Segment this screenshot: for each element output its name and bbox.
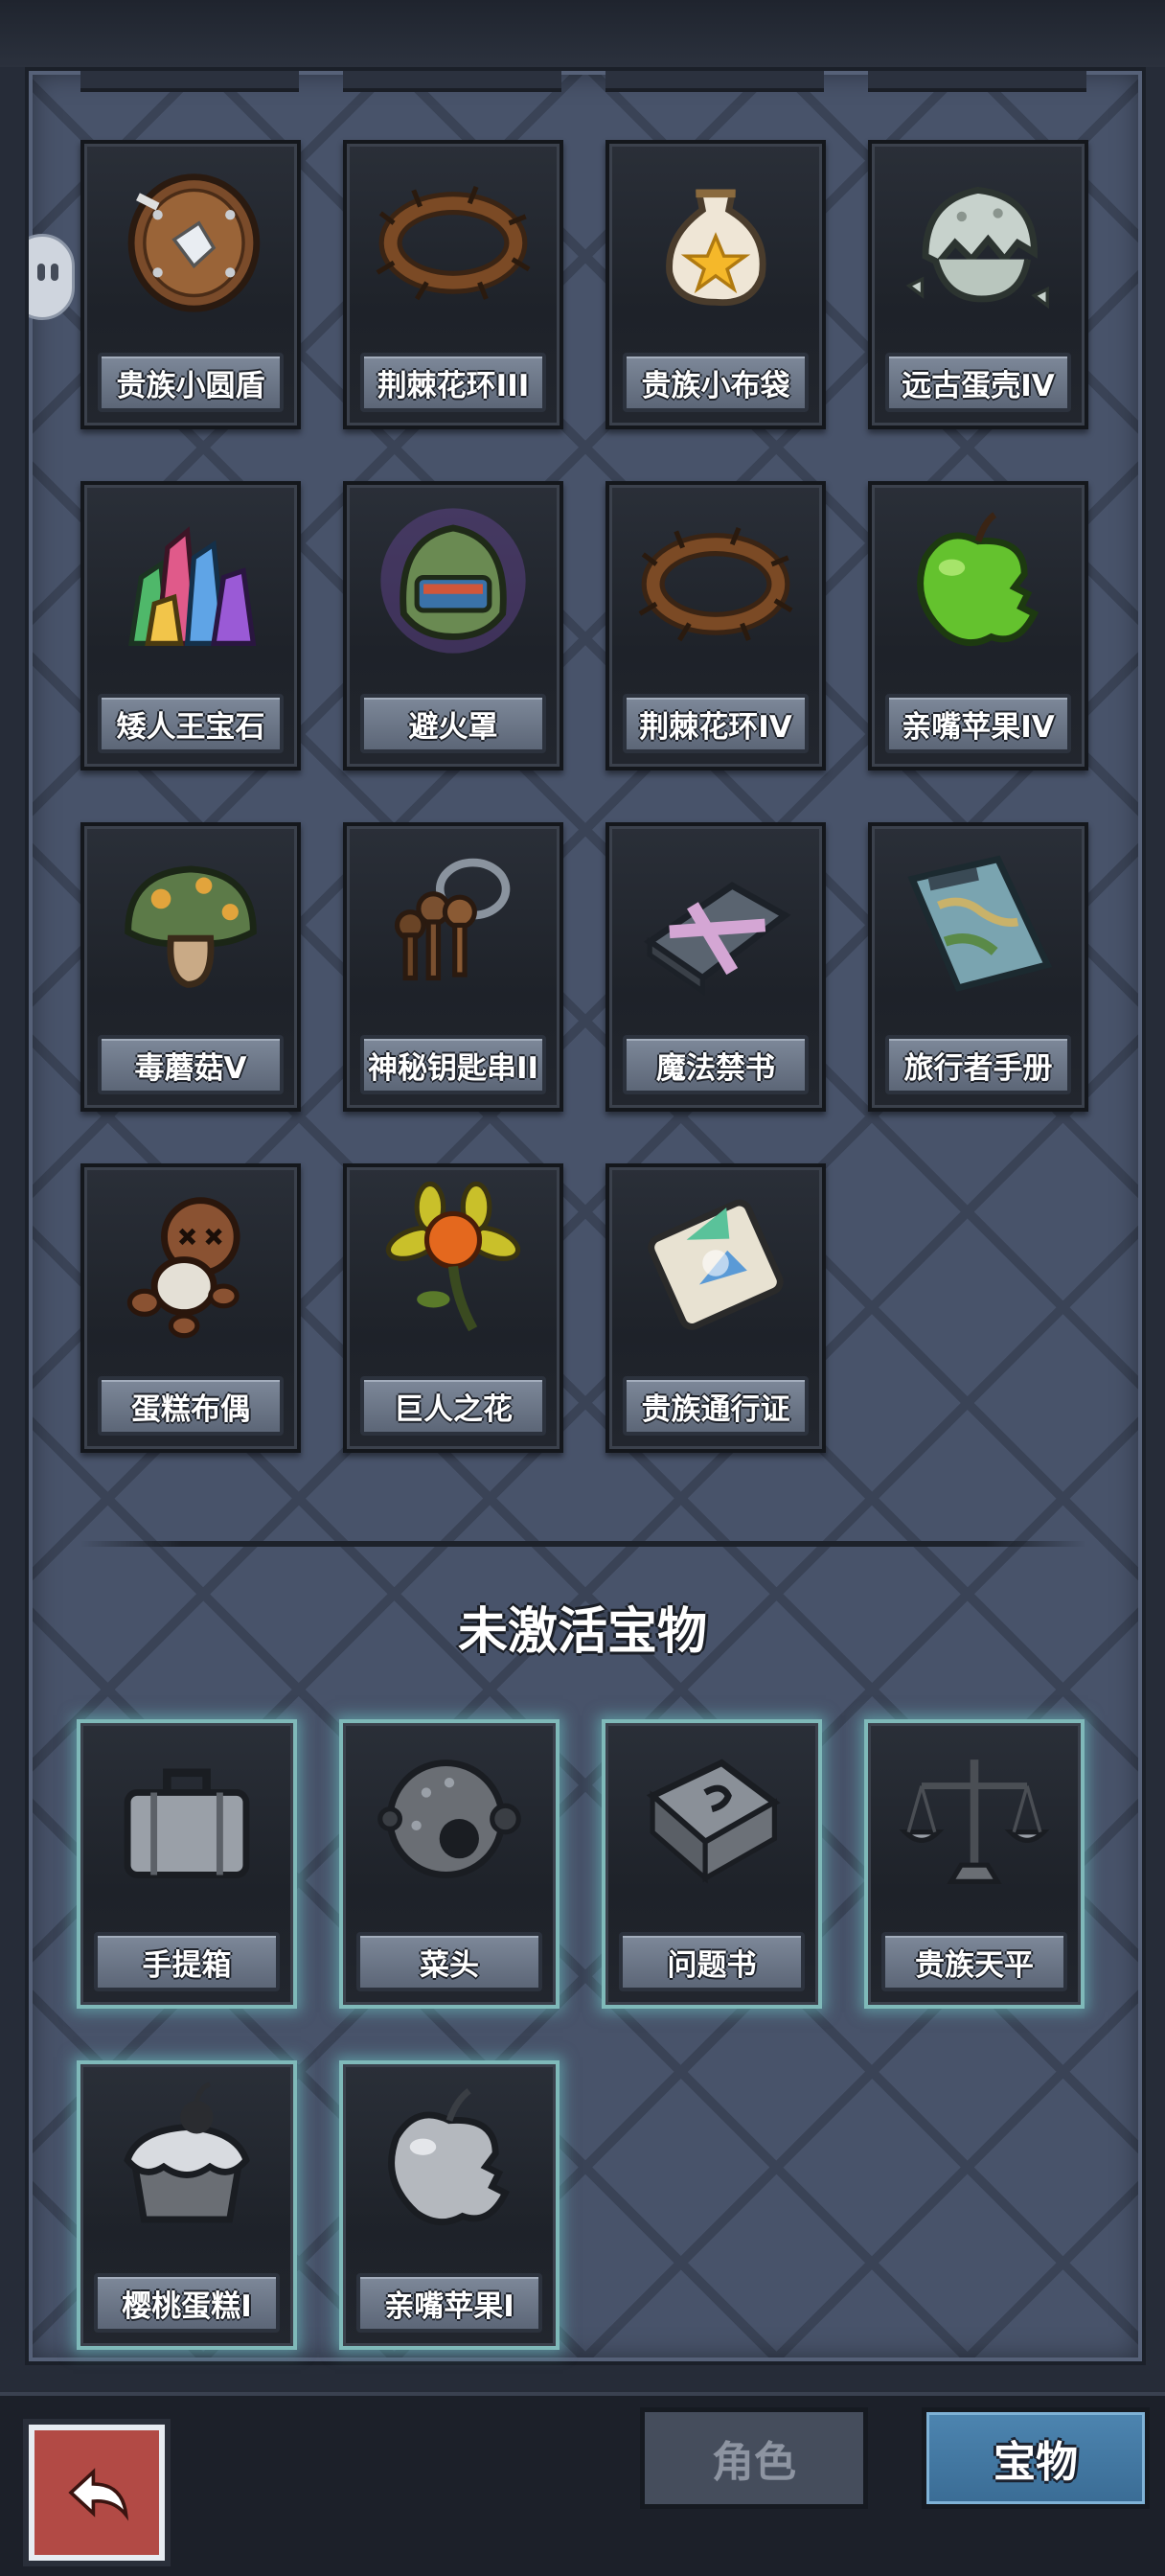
tab-role-label: 角色 [712,2438,796,2487]
item-card[interactable]: 毒蘑菇V [80,822,301,1112]
item-name: 菜头 [420,1947,479,1983]
fire-mask-helmet-icon [371,498,536,663]
broken-eggshell-icon [896,157,1061,322]
item-name: 贵族天平 [915,1947,1034,1983]
sealed-book-icon [633,840,798,1004]
item-card[interactable]: 荆棘花环III [343,140,563,429]
item-label-plate: 问题书 [619,1932,805,1991]
item-label-plate: 亲嘴苹果IV [885,694,1071,753]
item-label-plate: 魔法禁书 [623,1035,809,1094]
item-card[interactable]: 旅行者手册 [868,822,1088,1112]
item-name: 荆棘花环III [377,368,530,403]
item-name: 问题书 [667,1947,757,1983]
question-book-icon [629,1736,794,1901]
back-button[interactable] [29,2425,165,2561]
item-card[interactable]: 贵族通行证 [605,1163,826,1453]
item-card[interactable]: 贵族小圆盾 [80,140,301,429]
return-arrow-icon [68,2468,129,2521]
item-card[interactable]: 魔法禁书 [605,822,826,1112]
item-name: 远古蛋壳IV [902,368,1055,403]
item-label-plate: 远古蛋壳IV [885,353,1071,412]
poison-mushroom-icon [108,840,273,1004]
thorn-wreath-icon [633,498,798,663]
balance-scale-icon [892,1736,1057,1901]
key-ring-icon [371,840,536,1004]
top-strip [0,0,1165,67]
item-label-plate: 荆棘花环III [360,353,546,412]
item-label-plate: 神秘钥匙串II [360,1035,546,1094]
item-card[interactable]: 矮人王宝石 [80,481,301,770]
bitten-green-apple-icon [896,498,1061,663]
item-card[interactable]: 远古蛋壳IV [868,140,1088,429]
inactive-item-card[interactable]: 手提箱 [77,1719,297,2009]
inactive-item-card[interactable]: 亲嘴苹果I [339,2060,560,2350]
item-label-plate: 巨人之花 [360,1376,546,1436]
item-card[interactable]: 神秘钥匙串II [343,822,563,1112]
item-card[interactable]: 贵族小布袋 [605,140,826,429]
item-label-plate: 避火罩 [360,694,546,753]
clipped-card-row [29,71,1142,92]
inactive-item-card[interactable]: 贵族天平 [864,1719,1085,2009]
travel-map-icon [896,840,1061,1004]
cloth-pouch-icon [633,157,798,322]
cherry-cake-icon [104,2078,269,2242]
spiked-head-icon [367,1736,532,1901]
inactive-item-card[interactable]: 问题书 [602,1719,822,2009]
item-label-plate: 贵族小圆盾 [98,353,284,412]
bitten-apple-icon [367,2078,532,2242]
item-label-plate: 手提箱 [94,1932,280,1991]
tab-treasure[interactable]: 宝物 [922,2407,1150,2509]
item-name: 毒蘑菇V [134,1050,247,1086]
item-label-plate: 贵族通行证 [623,1376,809,1436]
section-divider [80,1541,1086,1547]
bottom-nav-bar: 角色 宝物 [0,2392,1165,2576]
item-name: 巨人之花 [394,1392,513,1427]
inactive-section-title: 未激活宝物 [457,1603,707,1661]
voodoo-doll-icon [108,1181,273,1346]
item-name: 蛋糕布偶 [131,1392,250,1427]
active-items-grid: 贵族小圆盾 荆棘花环III 贵族小布袋 远古蛋壳IV 矮人王宝石 避火罩 荆棘花… [80,140,1088,1453]
item-label-plate: 樱桃蛋糕I [94,2273,280,2333]
item-card[interactable]: 荆棘花环IV [605,481,826,770]
item-name: 矮人王宝石 [116,709,265,745]
item-card[interactable]: 巨人之花 [343,1163,563,1453]
item-label-plate: 旅行者手册 [885,1035,1071,1094]
item-label-plate: 蛋糕布偶 [98,1376,284,1436]
item-name: 贵族小圆盾 [116,368,265,403]
inactive-item-card[interactable]: 菜头 [339,1719,560,2009]
item-card[interactable]: 蛋糕布偶 [80,1163,301,1453]
item-label-plate: 贵族天平 [881,1932,1067,1991]
item-name: 亲嘴苹果IV [902,709,1055,745]
item-name: 旅行者手册 [903,1050,1053,1086]
item-name: 魔法禁书 [656,1050,775,1086]
floating-assistant-icon[interactable] [29,234,75,320]
item-name: 亲嘴苹果I [384,2288,514,2324]
inactive-items-grid: 手提箱 菜头 问题书 贵族天平 樱桃蛋糕I 亲嘴苹果I [77,1719,1085,2350]
item-card[interactable]: 避火罩 [343,481,563,770]
gem-cluster-icon [108,498,273,663]
noble-pass-card-icon [633,1181,798,1346]
item-name: 荆棘花环IV [639,709,792,745]
item-label-plate: 毒蘑菇V [98,1035,284,1094]
item-name: 贵族通行证 [641,1392,790,1427]
item-label-plate: 菜头 [356,1932,542,1991]
item-name: 神秘钥匙串II [367,1050,539,1086]
item-card[interactable]: 亲嘴苹果IV [868,481,1088,770]
item-name: 手提箱 [142,1947,232,1983]
suitcase-icon [104,1736,269,1901]
treasure-screen: 贵族小圆盾 荆棘花环III 贵族小布袋 远古蛋壳IV 矮人王宝石 避火罩 荆棘花… [0,0,1165,2576]
inactive-item-card[interactable]: 樱桃蛋糕I [77,2060,297,2350]
tab-treasure-label: 宝物 [994,2438,1078,2487]
wooden-shield-icon [108,157,273,322]
thorn-wreath-icon [371,157,536,322]
item-label-plate: 亲嘴苹果I [356,2273,542,2333]
item-label-plate: 贵族小布袋 [623,353,809,412]
item-name: 贵族小布袋 [641,368,790,403]
item-label-plate: 矮人王宝石 [98,694,284,753]
item-name: 避火罩 [408,709,498,745]
item-name: 樱桃蛋糕I [122,2288,252,2324]
tab-role[interactable]: 角色 [640,2407,868,2509]
giant-flower-icon [371,1181,536,1346]
item-label-plate: 荆棘花环IV [623,694,809,753]
